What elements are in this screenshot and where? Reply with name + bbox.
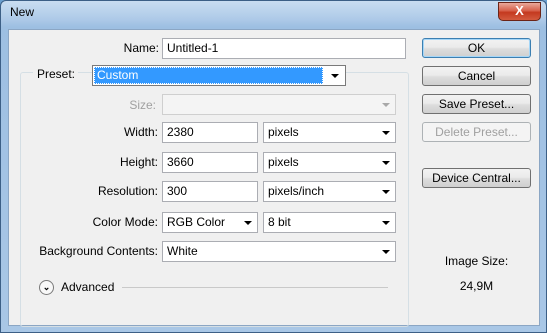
resolution-unit-value: pixels/inch [268,184,325,198]
width-input[interactable]: 2380 [162,122,258,143]
bit-depth-value: 8 bit [268,215,291,229]
color-mode-value: RGB Color [167,215,226,229]
device-central-button[interactable]: Device Central... [422,168,531,188]
cancel-button[interactable]: Cancel [422,66,531,86]
color-mode-label: Color Mode: [92,215,158,229]
advanced-divider [122,287,388,288]
chevron-double-down-icon[interactable]: ⌄ [39,280,54,295]
chevron-down-icon [382,190,390,194]
name-input[interactable]: Untitled-1 [162,38,406,59]
save-preset-button[interactable]: Save Preset... [422,94,531,114]
preset-select[interactable]: Custom [92,65,346,86]
dialog-body: Name: Untitled-1 Preset: Custom Size: Wi… [8,29,540,327]
height-label: Height: [119,155,158,169]
advanced-toggle-label[interactable]: Advanced [61,278,114,296]
chevron-down-icon [382,131,390,135]
resolution-unit-select[interactable]: pixels/inch [263,181,396,202]
height-input[interactable]: 3660 [162,152,258,173]
background-contents-value: White [167,244,198,258]
height-unit-select[interactable]: pixels [263,152,396,173]
preset-selected-value: Custom [94,67,323,84]
chevron-down-icon [382,103,390,107]
size-label: Size: [129,98,156,112]
chevron-down-icon [331,74,339,78]
image-size-value: 24,9M [459,279,494,293]
width-unit-select[interactable]: pixels [263,122,396,143]
close-button[interactable]: X [498,2,541,21]
chevron-down-icon [382,161,390,165]
image-size-label: Image Size: [444,254,509,268]
width-unit-value: pixels [268,125,299,139]
background-contents-select[interactable]: White [162,241,396,262]
size-select[interactable] [162,94,396,115]
name-label: Name: [123,41,159,55]
title-bar[interactable]: New X [1,1,546,25]
preset-label: Preset: [33,67,79,81]
close-icon: X [515,3,524,18]
window-title: New [10,5,35,19]
resolution-label: Resolution: [97,184,158,198]
chevron-down-icon [382,221,390,225]
chevron-down-icon [244,221,252,225]
chevron-down-icon [382,250,390,254]
background-contents-label: Background Contents: [39,244,158,258]
ok-button[interactable]: OK [422,38,531,58]
resolution-input[interactable]: 300 [162,181,258,202]
color-mode-select[interactable]: RGB Color [162,212,258,233]
delete-preset-button[interactable]: Delete Preset... [422,122,531,142]
width-label: Width: [123,125,158,139]
height-unit-value: pixels [268,155,299,169]
bit-depth-select[interactable]: 8 bit [263,212,396,233]
new-document-dialog: New X Name: Untitled-1 Preset: Custom Si… [0,0,547,333]
